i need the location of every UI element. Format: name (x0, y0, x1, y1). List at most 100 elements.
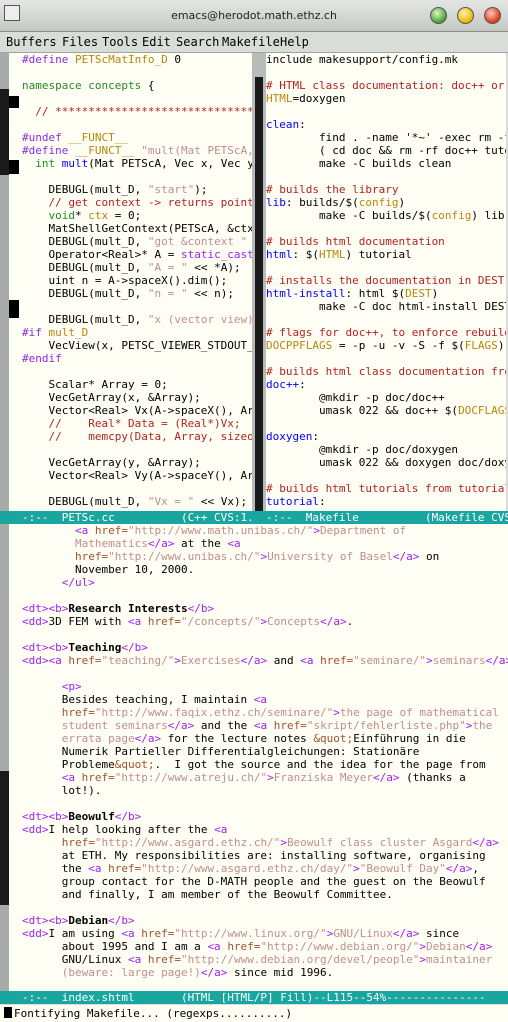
code-line: doc++: (266, 378, 506, 391)
maximize-button[interactable] (457, 7, 474, 24)
bottom-pane-scrollbar[interactable] (0, 524, 9, 991)
code-token: include makesupport/config.mk (266, 53, 459, 66)
code-line: lib: builds/$(config) (266, 196, 506, 209)
close-button[interactable] (484, 7, 501, 24)
minibuffer[interactable]: Fontifying Makefile... (regexps.........… (0, 1005, 508, 1022)
code-line: ( cd doc && rm -rf doc++ tutor$ (266, 144, 506, 157)
menu-edit[interactable]: Edit (142, 35, 171, 49)
code-line: <a href="http://www.math.unibas.ch/">Dep… (22, 524, 508, 537)
code-token: << n); (187, 287, 234, 300)
code-token: Scalar* Array = 0; (22, 378, 168, 391)
code-token: <dd> (22, 927, 49, 940)
code-token: concepts (88, 79, 142, 92)
code-token: umask 022 && doc++ $( (266, 404, 459, 417)
code-token: and the (194, 719, 254, 732)
code-token: </a> (465, 940, 493, 953)
menu-tools[interactable]: Tools (102, 35, 138, 49)
code-token: int (35, 157, 56, 170)
code-token: ) tutorial (345, 248, 412, 261)
menu-makefile[interactable]: Makefile (222, 35, 280, 49)
code-token: #if (22, 326, 49, 339)
bottom-mode-line[interactable]: -:-- index.shtml (HTML [HTML/P] Fill)--L… (0, 991, 508, 1004)
code-token: (beware: large page!) (61, 966, 201, 979)
code-token: the page of mathematical (339, 706, 499, 719)
code-token: <dd> (22, 823, 49, 836)
right-pane-scrollbar[interactable] (252, 53, 266, 529)
code-token: Vector<Real> Vy(A->spaceY(), Arra$ (22, 469, 252, 482)
code-token: </a> (240, 654, 268, 667)
bottom-pane-scroll-thumb[interactable] (0, 771, 9, 905)
code-token: and finally, I am member of the Beowulf … (22, 888, 393, 901)
code-token: </a> (134, 732, 162, 745)
code-token: PETScMatInfo_D (74, 53, 168, 66)
code-token: > (280, 836, 287, 849)
right-code-pane[interactable]: include makesupport/config.mk # HTML clas… (266, 53, 506, 511)
menu-search[interactable]: Search (176, 35, 219, 49)
code-line: VecGetArray(x, &Array); (22, 391, 252, 404)
code-token: </b> (187, 602, 215, 615)
code-token: at ETH. My responsibilities are: install… (22, 849, 486, 862)
code-token: @mkdir -p doc/doc++ (266, 391, 445, 404)
left-mode-line[interactable]: -:-- PETSc.cc (C++ CVS:1.1)- (22, 511, 254, 524)
code-token: I am using (48, 927, 122, 940)
code-token: HTML (319, 248, 346, 261)
menu-help[interactable]: Help (280, 35, 309, 49)
code-token: href= (61, 836, 95, 849)
code-token: : (318, 495, 326, 508)
code-token: student seminars (61, 719, 168, 732)
menu-buffers[interactable]: Buffers (6, 35, 57, 49)
code-token: > (353, 862, 360, 875)
code-line: errata page</a> for the lecture notes &q… (22, 732, 508, 745)
left-fringe (9, 53, 22, 511)
code-token: "http://www.debian.org/devel/people" (180, 953, 420, 966)
code-token: "Beowulf Day" (359, 862, 446, 875)
code-token: </a> (392, 550, 420, 563)
right-mode-line[interactable]: -:-- Makefile (Makefile CVS-1 (266, 511, 508, 524)
code-token: </b> (114, 810, 142, 823)
code-token: . I got the source and the idea for the … (154, 758, 486, 771)
code-token: Beowulf (68, 810, 115, 823)
code-token: > (426, 654, 433, 667)
right-pane-scroll-thumb[interactable] (255, 77, 263, 529)
code-token: #endif (22, 352, 62, 365)
code-token: href= (74, 550, 109, 563)
code-line: <dt><b>Beowulf</b> (22, 810, 508, 823)
code-token: on (419, 550, 440, 563)
code-token: , (472, 862, 479, 875)
code-token: : (299, 378, 306, 391)
code-line: VecGetArray(y, &Array); (22, 456, 252, 469)
code-token: . (346, 615, 354, 628)
code-line: Mathematics</a> at the <a (22, 537, 508, 550)
bottom-html-pane[interactable]: <a href="http://www.math.unibas.ch/">Dep… (22, 524, 508, 991)
code-token: "teaching/" (101, 654, 175, 667)
left-code-pane[interactable]: #define PETScMatInfo_D 0 namespace concep… (22, 53, 252, 511)
code-token: <a (227, 537, 241, 550)
code-token: <dt><b> (22, 810, 69, 823)
left-pane-scroll-thumb[interactable] (0, 89, 9, 175)
code-line: at ETH. My responsibilities are: install… (22, 849, 508, 862)
code-token: href= (147, 953, 181, 966)
code-line: </ul> (22, 576, 508, 589)
window-titlebar[interactable]: emacs@herodot.math.ethz.ch (0, 0, 508, 32)
code-token: "http://www.unibas.ch/" (108, 550, 261, 563)
code-token: // memcpy(Data, Array, sizeof($ (22, 430, 252, 443)
code-token: </ul> (61, 576, 95, 589)
minimize-button[interactable] (430, 7, 447, 24)
code-token: # builds html tutorials from tutorial $ (266, 482, 506, 495)
code-token: make -C doc html-install DEST=$ (266, 300, 506, 313)
left-pane-scrollbar[interactable] (0, 53, 9, 511)
code-line: void* ctx = 0; (22, 209, 252, 222)
code-line: find . -name '*~' -exec rm -f $ (266, 131, 506, 144)
code-token: : builds/$( (285, 196, 359, 209)
code-line: tutorial: (266, 495, 506, 508)
menu-files[interactable]: Files (62, 35, 98, 49)
code-token: href= (94, 524, 128, 537)
